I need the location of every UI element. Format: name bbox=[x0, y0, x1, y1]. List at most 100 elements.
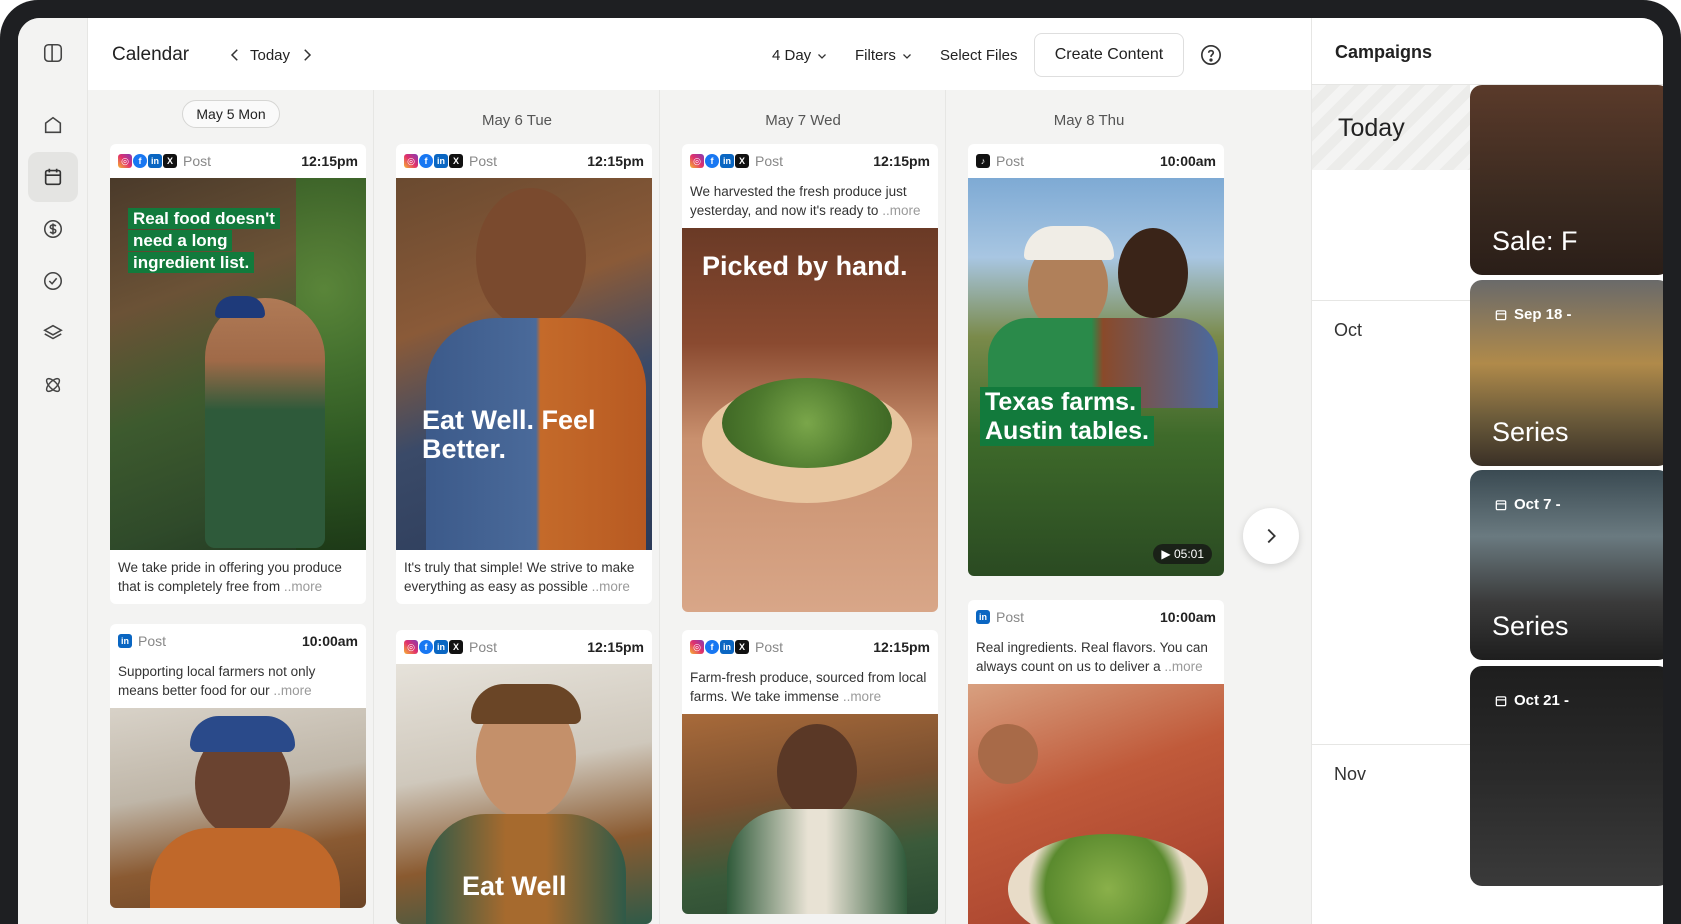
post-type: Post bbox=[469, 639, 498, 655]
post-caption-text: We harvested the fresh produce just yest… bbox=[690, 184, 907, 218]
more-link[interactable]: ..more bbox=[882, 203, 920, 218]
view-dropdown[interactable]: 4 Day bbox=[772, 47, 828, 64]
tiktok-icon: ♪ bbox=[976, 154, 990, 168]
nav-sales-button[interactable] bbox=[28, 204, 78, 254]
campaign-date: Oct 7 - bbox=[1494, 496, 1561, 513]
view-label: 4 Day bbox=[772, 47, 812, 64]
facebook-icon: f bbox=[705, 154, 719, 168]
campaigns-title: Campaigns bbox=[1335, 42, 1433, 62]
x-icon: X bbox=[735, 154, 749, 168]
post-card-header: ◎ f in X Post 12:15pm bbox=[682, 144, 938, 178]
post-caption-text: Farm-fresh produce, sourced from local f… bbox=[690, 670, 927, 704]
more-link[interactable]: ..more bbox=[843, 689, 881, 704]
post-card-header: in Post 10:00am bbox=[110, 624, 366, 658]
filters-dropdown[interactable]: Filters bbox=[855, 47, 913, 64]
campaign-date: Oct 21 - bbox=[1494, 692, 1569, 709]
post-card[interactable]: ◎ f in X Post 12:15pm Eat Well bbox=[396, 630, 652, 924]
help-icon[interactable] bbox=[1200, 44, 1222, 66]
post-time: 10:00am bbox=[301, 633, 358, 649]
post-type: Post bbox=[469, 153, 498, 169]
calendar-icon bbox=[1495, 499, 1507, 510]
hair-shape bbox=[471, 684, 581, 724]
nav-approvals-button[interactable] bbox=[28, 256, 78, 306]
network-icons: ◎ f in X bbox=[690, 640, 749, 654]
facebook-icon: f bbox=[419, 154, 433, 168]
network-icons: in bbox=[976, 610, 990, 624]
network-icons: ♪ bbox=[976, 154, 990, 168]
linkedin-icon: in bbox=[118, 634, 132, 648]
apron-shape bbox=[727, 809, 907, 914]
headwrap-shape bbox=[190, 716, 295, 752]
post-type: Post bbox=[755, 153, 784, 169]
calendar-icon bbox=[1495, 309, 1507, 320]
hand-shape bbox=[978, 724, 1038, 784]
post-card[interactable]: ◎ f in X Post 12:15pm Eat Well. Feel Bet… bbox=[396, 144, 652, 604]
linkedin-icon: in bbox=[434, 154, 448, 168]
post-type: Post bbox=[996, 153, 1025, 169]
campaign-card[interactable]: Sep 18 - Series bbox=[1470, 280, 1663, 466]
day-label[interactable]: May 6 Tue bbox=[374, 112, 660, 129]
post-type: Post bbox=[138, 633, 167, 649]
headline-highlight: Texas farms. Austin tables. bbox=[980, 387, 1154, 446]
campaign-date: Sep 18 - bbox=[1494, 306, 1572, 323]
chevron-right-icon[interactable] bbox=[298, 46, 316, 64]
person-shape bbox=[205, 298, 325, 548]
select-files-button[interactable]: Select Files bbox=[940, 47, 1018, 64]
image-headline: Texas farms. Austin tables. bbox=[980, 387, 1170, 446]
nav-integrations-button[interactable] bbox=[28, 360, 78, 410]
instagram-icon: ◎ bbox=[404, 640, 418, 654]
salad-shape bbox=[722, 378, 892, 468]
day-column: May 6 Tue ◎ f in X Post 12:15pm Eat Well… bbox=[374, 90, 660, 924]
nav-home-button[interactable] bbox=[28, 100, 78, 150]
post-type: Post bbox=[996, 609, 1025, 625]
divider bbox=[1312, 744, 1472, 745]
nav-library-button[interactable] bbox=[28, 308, 78, 358]
facebook-icon: f bbox=[133, 154, 147, 168]
campaign-name: Sale: F bbox=[1492, 226, 1578, 256]
post-card[interactable]: in Post 10:00am Real ingredients. Real f… bbox=[968, 600, 1224, 924]
campaign-date-text: Oct 21 - bbox=[1514, 692, 1570, 709]
post-image: Picked by hand. bbox=[682, 228, 938, 612]
post-card[interactable]: ◎ f in X Post 12:15pm We harvested the f… bbox=[682, 144, 938, 612]
month-label: Oct bbox=[1334, 320, 1363, 340]
network-icons: in bbox=[118, 634, 132, 648]
day-label[interactable]: May 8 Thu bbox=[946, 112, 1232, 129]
next-days-button[interactable] bbox=[1243, 508, 1299, 564]
post-time: 12:15pm bbox=[587, 639, 644, 655]
facebook-icon: f bbox=[419, 640, 433, 654]
more-link[interactable]: ..more bbox=[1164, 659, 1202, 674]
device-frame: Calendar Today 4 Day Filters Select File… bbox=[0, 0, 1681, 924]
image-headline: Picked by hand. bbox=[702, 251, 908, 281]
image-headline: Eat Well bbox=[462, 871, 567, 901]
more-link[interactable]: ..more bbox=[592, 579, 630, 594]
sidebar-toggle-icon bbox=[43, 43, 63, 63]
day-label-today[interactable]: May 5 Mon bbox=[182, 100, 280, 128]
today-button[interactable]: Today bbox=[250, 47, 290, 64]
post-time: 10:00am bbox=[1159, 153, 1216, 169]
more-link[interactable]: ..more bbox=[284, 579, 322, 594]
dollar-icon bbox=[43, 219, 63, 239]
check-circle-icon bbox=[43, 271, 63, 291]
day-label[interactable]: May 7 Wed bbox=[660, 112, 946, 129]
facebook-icon: f bbox=[705, 640, 719, 654]
campaign-card[interactable]: Sale: F bbox=[1470, 85, 1663, 275]
campaign-card[interactable]: Oct 21 - bbox=[1470, 666, 1663, 886]
jacket-shape bbox=[150, 828, 340, 908]
post-caption: Farm-fresh produce, sourced from local f… bbox=[682, 664, 938, 714]
post-time: 12:15pm bbox=[873, 639, 930, 655]
post-card[interactable]: in Post 10:00am Supporting local farmers… bbox=[110, 624, 366, 908]
campaign-card[interactable]: Oct 7 - Series bbox=[1470, 470, 1663, 660]
more-link[interactable]: ..more bbox=[273, 683, 311, 698]
post-caption: Supporting local farmers not only means … bbox=[110, 658, 366, 708]
create-content-button[interactable]: Create Content bbox=[1034, 33, 1184, 77]
layers-icon bbox=[43, 324, 63, 340]
post-card[interactable]: ◎ f in X Post 12:15pm Farm-fresh produce… bbox=[682, 630, 938, 914]
post-card[interactable]: ♪ Post 10:00am Texas farms. Austin table… bbox=[968, 144, 1224, 576]
post-card[interactable]: ◎ f in X Post 12:15pm Real food doesn't … bbox=[110, 144, 366, 604]
nav-calendar-button[interactable] bbox=[28, 152, 78, 202]
campaigns-panel: Campaigns Today Oct Nov Sale: F Sep 18 -… bbox=[1311, 18, 1663, 924]
post-card-header: ◎ f in X Post 12:15pm bbox=[396, 144, 652, 178]
day-column: May 7 Wed ◎ f in X Post 12:15pm We harve… bbox=[660, 90, 946, 924]
sidebar-toggle-button[interactable] bbox=[28, 28, 78, 78]
chevron-left-icon[interactable] bbox=[226, 46, 244, 64]
